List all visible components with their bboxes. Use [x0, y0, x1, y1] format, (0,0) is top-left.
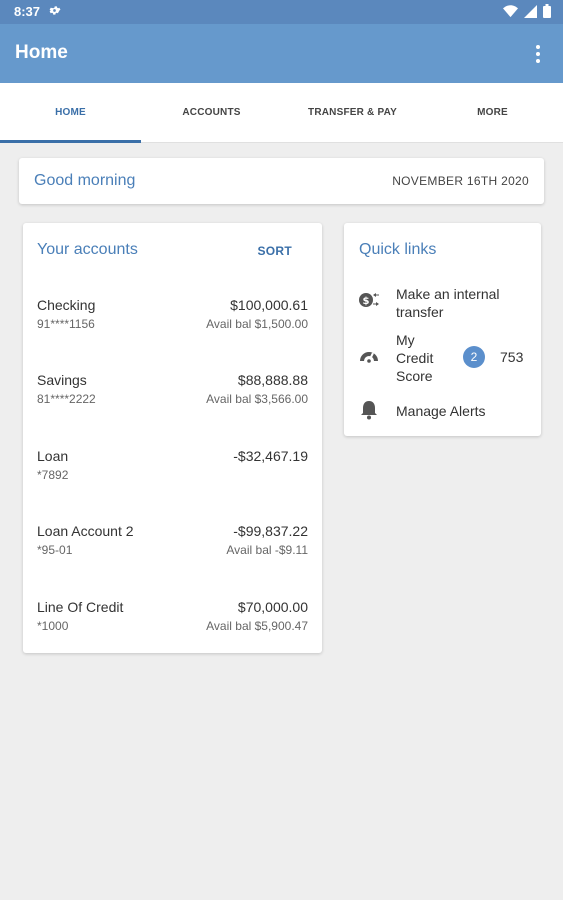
page-title: Home [15, 42, 68, 63]
account-number: 81****2222 [37, 392, 96, 406]
quick-link-transfer[interactable]: $ Make an internal transfer [344, 281, 541, 321]
gauge-icon [358, 345, 380, 367]
svg-text:$: $ [363, 296, 370, 307]
account-balance: $70,000.00 [237, 599, 308, 615]
tab-transfer-pay[interactable]: TRANSFER & PAY [282, 83, 423, 143]
account-number: *1000 [37, 619, 69, 633]
status-bar: 8:37 [0, 0, 563, 24]
account-number: *95-01 [37, 543, 73, 557]
account-number: 91****1156 [37, 317, 95, 331]
transfer-label-line2: transfer [396, 304, 444, 320]
tab-bar: HOME ACCOUNTS TRANSFER & PAY MORE [0, 83, 563, 143]
account-row-loan[interactable]: Loan *7892 -$32,467.19 [37, 448, 308, 488]
account-name: Loan [37, 448, 69, 464]
greeting-card: Good morning NOVEMBER 16TH 2020 [19, 158, 544, 204]
quick-links-title: Quick links [359, 241, 437, 258]
account-available: Avail bal $3,566.00 [206, 392, 308, 406]
credit-label-line3: Score [396, 368, 433, 384]
transfer-label-line1: Make an internal [396, 286, 500, 302]
account-name: Savings [37, 372, 87, 388]
credit-label-line2: Credit [396, 350, 434, 366]
account-balance: -$32,467.19 [233, 448, 308, 464]
account-available: Avail bal $1,500.00 [206, 317, 308, 331]
wifi-icon [503, 4, 518, 23]
credit-score-value: 753 [500, 349, 524, 365]
greeting-text: Good morning [34, 172, 136, 189]
tab-more[interactable]: MORE [422, 83, 563, 143]
tab-home[interactable]: HOME [0, 83, 141, 143]
sort-button[interactable]: SORT [257, 244, 292, 258]
accounts-title: Your accounts [37, 241, 138, 258]
tab-accounts[interactable]: ACCOUNTS [141, 83, 282, 143]
account-row-loan-account-2[interactable]: Loan Account 2 *95-01 -$99,837.22 Avail … [37, 523, 308, 563]
account-balance: $100,000.61 [230, 297, 308, 313]
account-name: Checking [37, 297, 96, 313]
account-available: Avail bal $5,900.47 [206, 619, 308, 633]
credit-label-line1: My [396, 332, 415, 348]
status-time: 8:37 [14, 4, 41, 19]
quick-link-credit-score[interactable]: My Credit Score 2 753 [344, 331, 541, 387]
credit-badge: 2 [463, 346, 485, 368]
account-name: Line Of Credit [37, 599, 124, 615]
battery-icon [543, 4, 551, 23]
account-row-savings[interactable]: Savings 81****2222 $88,888.88 Avail bal … [37, 372, 308, 412]
overflow-menu-icon[interactable] [533, 44, 543, 64]
account-balance: $88,888.88 [237, 372, 308, 388]
account-row-checking[interactable]: Checking 91****1156 $100,000.61 Avail ba… [37, 297, 308, 337]
accounts-card: Your accounts SORT Checking 91****1156 $… [23, 223, 322, 653]
manage-alerts-label: Manage Alerts [396, 403, 486, 419]
quick-link-manage-alerts[interactable]: Manage Alerts [344, 397, 541, 425]
transfer-icon: $ [358, 289, 380, 311]
cell-signal-icon [524, 4, 537, 23]
account-row-line-of-credit[interactable]: Line Of Credit *1000 $70,000.00 Avail ba… [37, 599, 308, 639]
account-number: *7892 [37, 468, 69, 482]
account-balance: -$99,837.22 [233, 523, 308, 539]
bell-icon [358, 399, 380, 421]
quick-links-card: Quick links $ Make an internal transfer … [344, 223, 541, 436]
app-bar: Home [0, 24, 563, 83]
account-name: Loan Account 2 [37, 523, 134, 539]
settings-gear-icon [48, 4, 61, 22]
greeting-date: NOVEMBER 16TH 2020 [392, 174, 529, 188]
account-available: Avail bal -$9.11 [226, 543, 308, 557]
